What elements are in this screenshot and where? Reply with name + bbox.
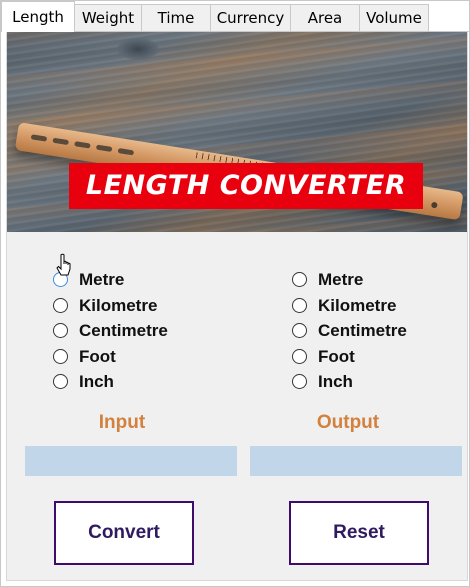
radio-button[interactable] xyxy=(292,348,307,364)
input-label: Input xyxy=(98,412,146,433)
tab-bar: Length Weight Time Currency Area Volume xyxy=(1,1,469,32)
input-radio-foot[interactable]: Foot xyxy=(53,346,253,372)
tab-area[interactable]: Area xyxy=(290,4,360,31)
app-window: Length Weight Time Currency Area Volume xyxy=(0,0,470,587)
input-radio-centimetre[interactable]: Centimetre xyxy=(53,320,253,346)
output-radio-centimetre[interactable]: Centimetre xyxy=(292,320,470,346)
input-radio-metre[interactable]: Metre xyxy=(53,269,253,295)
radio-label: Inch xyxy=(318,372,353,391)
convert-button[interactable]: Convert xyxy=(54,501,194,565)
ruler-slot xyxy=(74,141,91,149)
radio-label: Kilometre xyxy=(318,295,397,315)
radio-label: Centimetre xyxy=(318,321,407,340)
length-panel: LENGTH CONVERTER Metre Kilometre Centime… xyxy=(6,32,468,581)
reset-button[interactable]: Reset xyxy=(289,501,429,565)
radio-button[interactable] xyxy=(292,374,307,389)
radio-button[interactable] xyxy=(53,297,68,313)
ruler-slot xyxy=(30,134,48,142)
radio-button[interactable] xyxy=(292,323,307,338)
ruler-slot xyxy=(52,137,69,146)
banner-image: LENGTH CONVERTER xyxy=(7,32,467,232)
ruler-slot xyxy=(95,144,113,153)
radio-label: Metre xyxy=(79,270,125,289)
output-field[interactable] xyxy=(250,446,462,476)
output-radio-foot[interactable]: Foot xyxy=(292,346,470,372)
banner-title: LENGTH CONVERTER xyxy=(69,163,423,209)
radio-label: Metre xyxy=(318,270,364,289)
input-radio-inch[interactable]: Inch xyxy=(53,371,253,397)
radio-button[interactable] xyxy=(53,374,68,389)
radio-label: Foot xyxy=(318,346,355,366)
tab-weight[interactable]: Weight xyxy=(74,4,142,31)
output-label: Output xyxy=(316,412,380,433)
output-radio-inch[interactable]: Inch xyxy=(292,371,470,397)
input-radio-kilometre[interactable]: Kilometre xyxy=(53,295,253,321)
radio-label: Inch xyxy=(79,372,114,391)
radio-button[interactable] xyxy=(53,348,68,364)
tab-time[interactable]: Time xyxy=(141,4,211,31)
tab-volume[interactable]: Volume xyxy=(359,4,429,31)
radio-button[interactable] xyxy=(292,297,307,313)
input-field[interactable] xyxy=(25,446,237,476)
output-radio-metre[interactable]: Metre xyxy=(292,269,470,295)
radio-label: Foot xyxy=(79,346,116,366)
radio-label: Centimetre xyxy=(79,321,168,340)
tab-length[interactable]: Length xyxy=(1,1,75,32)
wood-knot xyxy=(117,38,159,60)
tab-currency[interactable]: Currency xyxy=(210,4,291,31)
input-unit-group: Metre Kilometre Centimetre Foot Inch xyxy=(53,269,253,397)
radio-label: Kilometre xyxy=(79,295,158,315)
ruler-slot xyxy=(117,148,135,156)
output-unit-group: Metre Kilometre Centimetre Foot Inch xyxy=(292,269,470,397)
output-radio-kilometre[interactable]: Kilometre xyxy=(292,295,470,321)
ruler-hole xyxy=(430,201,438,209)
radio-button[interactable] xyxy=(292,272,307,287)
mouse-pointer-icon xyxy=(56,253,71,276)
radio-button[interactable] xyxy=(53,323,68,338)
